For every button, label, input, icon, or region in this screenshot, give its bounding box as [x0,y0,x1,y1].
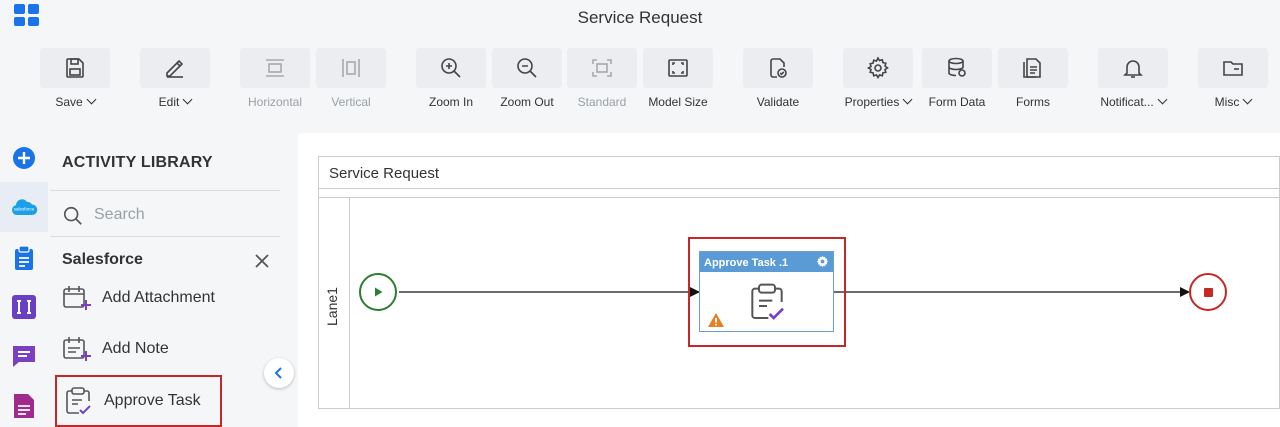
rail-fields-button[interactable] [10,293,38,321]
vertical-label: Vertical [331,95,371,109]
page-title: Service Request [577,8,703,27]
divider [50,190,280,191]
clipboard-icon [15,245,33,270]
end-event[interactable] [1189,273,1227,311]
zoom-in-button[interactable]: Zoom In [416,48,486,110]
rail-documents-button[interactable] [10,392,38,420]
standard-label: Standard [577,95,627,109]
fullscreen-icon [668,59,688,77]
rail-add-button[interactable] [10,144,38,172]
salesforce-icon: salesforce [11,199,38,215]
plus-circle-icon [13,147,35,169]
text-field-icon [12,295,36,319]
left-rail: salesforce [0,130,48,427]
save-button[interactable]: Save [40,48,110,110]
process-canvas[interactable]: Service Request Lane1 Approve Task .1 [298,133,1280,427]
vertical-layout-icon [342,59,360,77]
notifications-button[interactable]: Notificat... [1098,48,1168,110]
title-bar: Service Request [0,0,1280,36]
properties-button[interactable]: Properties [843,48,913,110]
approve-task-activity[interactable]: Approve Task .1 [699,251,834,332]
search-icon [63,206,82,225]
divider [50,236,280,237]
chat-icon [13,346,35,367]
chevron-down-icon [182,94,193,105]
save-icon [66,58,84,78]
document-icon [14,394,34,418]
approve-task-icon [751,283,784,320]
chevron-down-icon [86,94,97,105]
misc-label: Misc [1214,95,1240,109]
toolbar: Save Edit Horizontal Vertical Zoom In Zo… [0,38,1280,114]
add-note-icon [63,337,91,361]
forms-icon [1023,58,1041,78]
library-item-add-note[interactable]: Add Note [55,325,222,373]
chevron-down-icon [1157,94,1168,105]
edit-button[interactable]: Edit [140,48,210,110]
play-icon [375,287,383,297]
validate-label: Validate [756,95,800,109]
form-data-button[interactable]: Form Data [922,48,992,110]
zoom-in-icon [441,58,461,78]
zoom-out-label: Zoom Out [500,95,554,109]
library-item-approve-task[interactable]: Approve Task [55,375,222,427]
misc-button[interactable]: Misc [1198,48,1268,110]
gear-icon [866,56,889,80]
rail-chat-button[interactable] [10,342,38,370]
start-event[interactable] [359,273,397,311]
zoom-out-button[interactable]: Zoom Out [492,48,562,110]
vertical-button[interactable]: Vertical [316,48,386,110]
chevron-down-icon [1242,94,1253,105]
activity-library-panel: ACTIVITY LIBRARY Salesforce Add Attachme… [50,130,282,427]
forms-label: Forms [1016,95,1050,109]
chevron-down-icon [902,94,913,105]
activity-library-title: ACTIVITY LIBRARY [62,154,213,171]
chevron-left-icon [274,367,282,379]
save-label: Save [55,95,83,109]
library-item-add-attachment[interactable]: Add Attachment [55,274,222,322]
task-header: Approve Task .1 [700,252,833,272]
horizontal-label: Horizontal [247,95,303,109]
zoom-in-label: Zoom In [428,95,473,109]
zoom-out-icon [517,58,537,78]
standard-button[interactable]: Standard [567,48,637,110]
rail-salesforce-button[interactable]: salesforce [10,193,38,221]
library-item-label: Approve Task [104,392,201,409]
approve-task-icon [66,387,91,415]
standard-size-icon [592,59,612,77]
pencil-icon [166,59,184,78]
library-item-label: Add Note [102,340,169,357]
gear-icon[interactable] [816,255,829,268]
horizontal-layout-icon [266,59,284,77]
properties-label: Properties [844,95,900,109]
stop-icon [1203,287,1213,297]
warning-icon[interactable] [707,312,725,328]
collapse-panel-button[interactable] [264,358,294,388]
horizontal-button[interactable]: Horizontal [240,48,310,110]
bell-icon [1123,60,1143,78]
search-input[interactable] [94,206,274,224]
model-size-label: Model Size [648,95,708,109]
notifications-label: Notificat... [1100,95,1154,109]
library-item-label: Add Attachment [102,289,215,306]
task-title: Approve Task .1 [704,257,789,269]
form-data-label: Form Data [928,95,986,109]
forms-button[interactable]: Forms [998,48,1068,110]
add-attachment-icon [63,286,91,310]
validate-icon [770,58,787,78]
category-title: Salesforce [62,251,143,268]
database-icon [948,57,966,77]
rail-tasks-button[interactable] [10,244,38,272]
validate-button[interactable]: Validate [743,48,813,110]
svg-text:salesforce: salesforce [14,207,35,212]
folder-icon [1223,61,1243,76]
close-icon[interactable] [253,252,271,270]
model-size-button[interactable]: Model Size [643,48,713,110]
edit-label: Edit [158,95,180,109]
